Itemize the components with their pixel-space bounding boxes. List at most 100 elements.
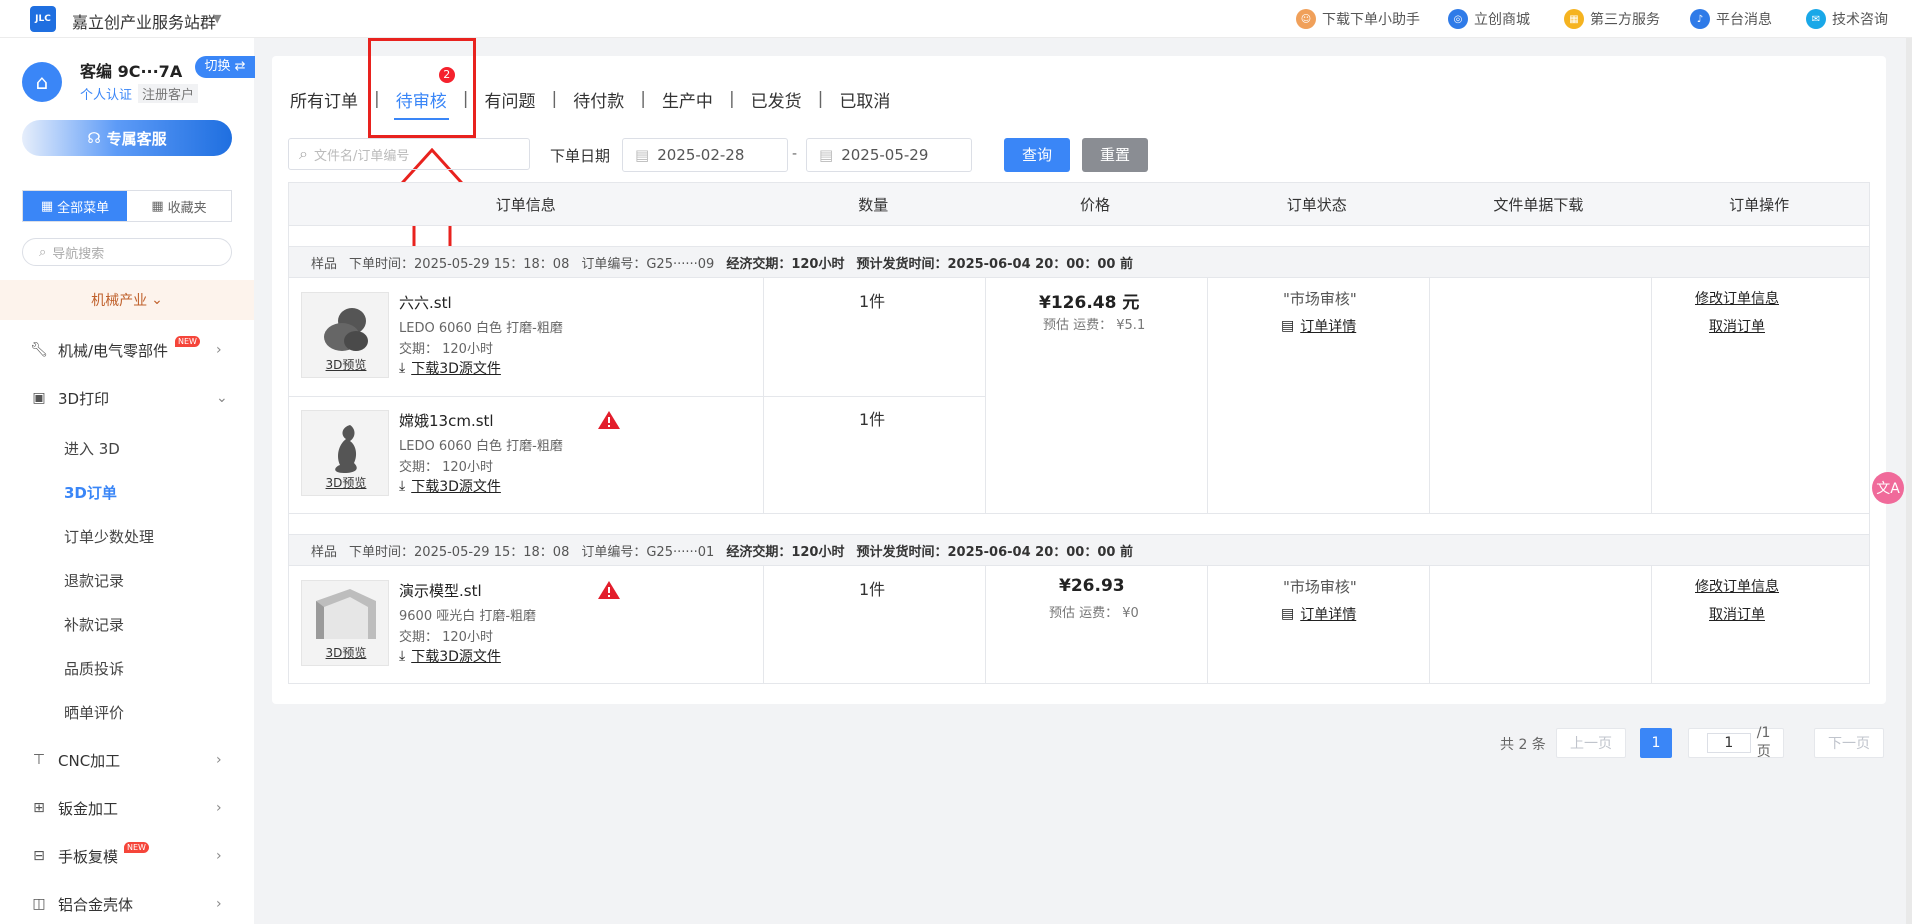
jlc-logo[interactable]: JLC xyxy=(30,6,56,32)
cancel-order-link[interactable]: 取消订单 xyxy=(1709,316,1765,336)
download-source-link[interactable]: ⤓ 下载3D源文件 xyxy=(399,476,501,496)
delivery-hours: 120小时 xyxy=(791,256,845,272)
modify-order-link[interactable]: 修改订单信息 xyxy=(1695,288,1779,308)
model-thumbnail[interactable]: 3D预览 xyxy=(301,580,389,666)
file-spec: 9600 哑光白 打磨-粗磨 xyxy=(399,609,537,624)
spacer-row xyxy=(288,226,1870,248)
sidebar: ⌂ 客编 9C···7A 切换 ⇄ 个人认证 注册客户 ☊ 专属客服 ▦ 全部菜… xyxy=(0,38,255,924)
3d-preview-link[interactable]: 3D预览 xyxy=(302,474,390,491)
sidebar-item-enclosure[interactable]: ◫ 铝合金壳体 › xyxy=(0,884,254,924)
personal-verify-tag[interactable]: 个人认证 xyxy=(80,84,132,103)
file-name: 演示模型.stl xyxy=(399,582,482,600)
modify-order-link[interactable]: 修改订单信息 xyxy=(1695,576,1779,596)
third-party-link[interactable]: ▦ 第三方服务 xyxy=(1564,8,1660,30)
sidebar-item-label: 手板复模 xyxy=(58,847,119,866)
query-button[interactable]: 查询 xyxy=(1004,138,1070,172)
tab-label: 全部菜单 xyxy=(57,200,110,216)
chevron-right-icon: › xyxy=(216,896,222,912)
detail-label: 订单详情 xyxy=(1300,607,1357,623)
chevron-right-icon: › xyxy=(216,752,222,768)
tab-pending-payment[interactable]: 待付款 xyxy=(571,87,626,112)
order-time-value: 2025-05-29 15：18：08 xyxy=(414,256,570,272)
tab-shipped[interactable]: 已发货 xyxy=(749,87,804,112)
sidebar-sub-reviews[interactable]: 晒单评价 xyxy=(64,702,124,723)
sidebar-item-3d-print[interactable]: ▣ 3D打印 ⌄ xyxy=(0,378,254,418)
tab-has-issue[interactable]: 有问题 xyxy=(482,87,537,112)
column-divider xyxy=(1429,566,1430,683)
dedicated-service-button[interactable]: ☊ 专属客服 xyxy=(22,120,232,156)
sidebar-sub-refunds[interactable]: 退款记录 xyxy=(64,570,124,591)
download-assistant-link[interactable]: ☺ 下载下单小助手 xyxy=(1296,8,1420,30)
tab-divider: | xyxy=(817,89,824,109)
tech-consult-link[interactable]: ✉ 技术咨询 xyxy=(1806,8,1888,30)
tab-cancelled[interactable]: 已取消 xyxy=(837,87,892,112)
site-title[interactable]: 嘉立创产业服务站群 xyxy=(72,9,216,33)
mall-link[interactable]: ◎ 立创商城 xyxy=(1448,8,1530,30)
order-search-input[interactable]: ⌕ 文件名/订单编号 xyxy=(288,138,530,170)
toplink-label: 平台消息 xyxy=(1716,12,1772,28)
date-from-value: 2025-02-28 xyxy=(657,146,745,164)
download-source-link[interactable]: ⤓ 下载3D源文件 xyxy=(399,646,501,666)
order-item: 3D预览 嫦娥13cm.stl LEDO 6060 白色 打磨-粗磨 交期： 1… xyxy=(289,396,763,514)
col-order-info: 订单信息 xyxy=(495,195,556,214)
cancel-order-link[interactable]: 取消订单 xyxy=(1709,604,1765,624)
order-status: "市场审核" xyxy=(1283,290,1357,308)
column-divider xyxy=(763,566,764,683)
tab-all-menu[interactable]: ▦ 全部菜单 xyxy=(23,191,127,221)
order-detail-link[interactable]: ▤ 订单详情 xyxy=(1281,604,1356,624)
download-label: 下载3D源文件 xyxy=(411,479,501,495)
file-spec: LEDO 6060 白色 打磨-粗磨 xyxy=(399,439,563,454)
tab-all-orders[interactable]: 所有订单 xyxy=(288,87,360,112)
order-no: 订单编号：G25······09 xyxy=(581,253,714,272)
warning-icon[interactable] xyxy=(597,410,621,430)
sheet-metal-icon: ⊞ xyxy=(33,800,45,816)
warning-icon[interactable] xyxy=(597,580,621,600)
next-page-button[interactable]: 下一页 xyxy=(1814,728,1884,758)
home-avatar-icon[interactable]: ⌂ xyxy=(22,62,62,102)
switch-account-button[interactable]: 切换 ⇄ xyxy=(195,56,255,78)
document-icon: ▤ xyxy=(1281,606,1295,622)
page-1-button[interactable]: 1 xyxy=(1640,728,1672,758)
order-time-value: 2025-05-29 15：18：08 xyxy=(414,544,570,560)
order-time-label: 下单时间： xyxy=(349,256,415,272)
file-delivery: 交期： 120小时 xyxy=(399,460,493,475)
tab-in-production[interactable]: 生产中 xyxy=(660,87,715,112)
pagination: 共 2 条 上一页 1 1 /1页 下一页 xyxy=(1500,725,1890,760)
model-thumbnail[interactable]: 3D预览 xyxy=(301,292,389,378)
col-price: 价格 xyxy=(1079,195,1110,214)
messages-link[interactable]: ♪ 平台消息 xyxy=(1690,8,1772,30)
download-source-link[interactable]: ⤓ 下载3D源文件 xyxy=(399,358,501,378)
3d-preview-link[interactable]: 3D预览 xyxy=(302,644,390,661)
customer-id: 客编 9C···7A xyxy=(80,62,183,81)
sidebar-item-cnc[interactable]: ⊤ CNC加工 › xyxy=(0,740,254,780)
reset-button[interactable]: 重置 xyxy=(1082,138,1148,172)
download-label: 下载3D源文件 xyxy=(411,649,501,665)
sidebar-sub-supplements[interactable]: 补款记录 xyxy=(64,614,124,635)
caret-down-icon[interactable]: ▼ xyxy=(213,12,221,25)
scrollbar[interactable] xyxy=(1906,38,1912,924)
translate-icon[interactable]: 文A xyxy=(1872,472,1904,504)
column-divider xyxy=(985,566,986,683)
sidebar-sub-order-handling[interactable]: 订单少数处理 xyxy=(64,526,154,547)
download-icon: ⤓ xyxy=(399,478,406,494)
model-thumbnail[interactable]: 3D预览 xyxy=(301,410,389,496)
date-to-input[interactable]: ▤ 2025-05-29 xyxy=(806,138,972,172)
prev-page-button[interactable]: 上一页 xyxy=(1556,728,1626,758)
date-from-input[interactable]: ▤ 2025-02-28 xyxy=(622,138,788,172)
sidebar-item-sheet-metal[interactable]: ⊞ 钣金加工 › xyxy=(0,788,254,828)
tab-favorites[interactable]: ▦ 收藏夹 xyxy=(127,191,231,221)
sidebar-sub-enter-3d[interactable]: 进入 3D xyxy=(64,438,120,459)
page-jump-input[interactable]: 1 xyxy=(1707,733,1751,753)
sidebar-item-mechanical-parts[interactable]: 🔧︎ 机械/电气零部件 NEW › xyxy=(0,330,254,370)
date-range-dash: - xyxy=(792,146,798,162)
ship-time-value: 2025-06-04 20：00：00 前 xyxy=(947,256,1133,272)
order-detail-link[interactable]: ▤ 订单详情 xyxy=(1281,316,1356,336)
3d-preview-link[interactable]: 3D预览 xyxy=(302,356,390,373)
annotation-highlight-box xyxy=(368,38,476,138)
industry-selector[interactable]: 机械产业 ⌄ xyxy=(0,280,254,320)
sidebar-item-mold[interactable]: ⊟ 手板复模 NEW › xyxy=(0,836,254,876)
sidebar-sub-quality-complaints[interactable]: 品质投诉 xyxy=(64,658,124,679)
sidebar-sub-3d-orders[interactable]: 3D订单 xyxy=(64,482,117,503)
delivery-type: 经济交期：120小时 xyxy=(726,541,844,560)
nav-search-input[interactable]: ⌕ 导航搜索 xyxy=(22,238,232,266)
